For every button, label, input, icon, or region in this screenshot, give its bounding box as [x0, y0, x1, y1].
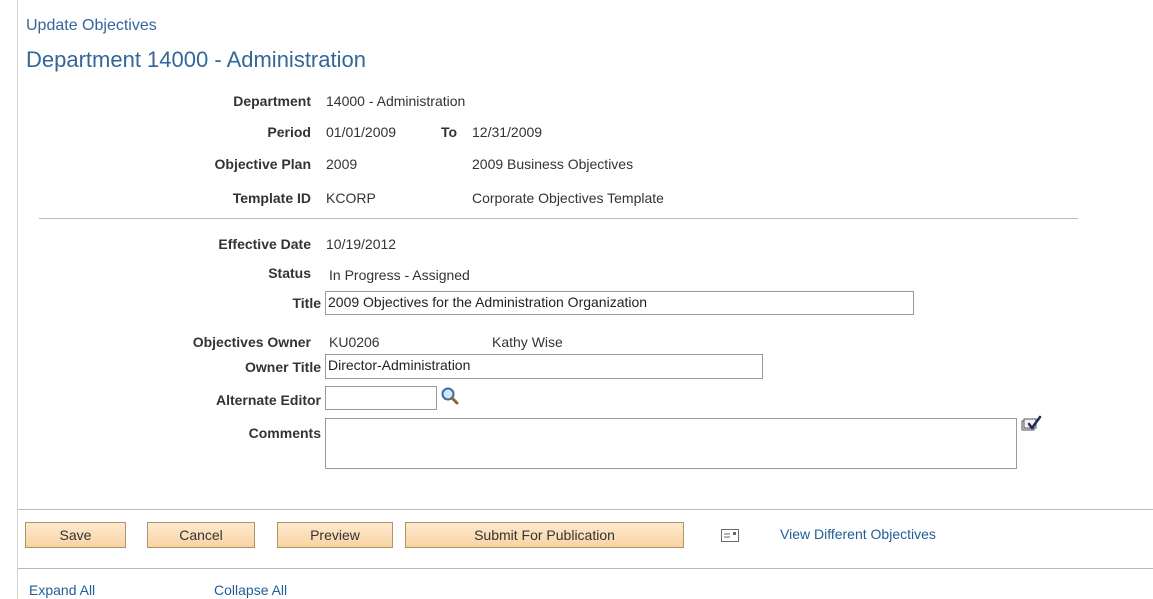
magnifier-icon[interactable]	[440, 386, 460, 406]
period-to-value: 12/31/2009	[472, 124, 543, 140]
alternate-editor-input[interactable]	[325, 386, 437, 410]
owner-title-label: Owner Title	[245, 359, 321, 375]
owner-title-input[interactable]: Director-Administration	[325, 354, 763, 379]
notify-icon[interactable]	[721, 529, 739, 542]
owner-id-value: KU0206	[329, 334, 380, 350]
status-label: Status	[268, 265, 311, 281]
comments-label: Comments	[248, 425, 321, 441]
template-id-description: Corporate Objectives Template	[472, 190, 664, 206]
period-to-label: To	[441, 124, 458, 140]
objective-plan-value: 2009	[326, 156, 358, 172]
expand-all-link[interactable]: Expand All	[29, 582, 95, 598]
status-value: In Progress - Assigned	[329, 267, 470, 283]
title-input[interactable]: 2009 Objectives for the Administration O…	[325, 291, 914, 315]
preview-button[interactable]: Preview	[277, 522, 393, 548]
page-title: Department 14000 - Administration	[26, 47, 366, 72]
breadcrumb-title: Update Objectives	[26, 17, 157, 34]
template-id-value: KCORP	[326, 190, 376, 206]
objective-plan-description: 2009 Business Objectives	[472, 156, 634, 172]
actions-divider-bottom	[18, 568, 1153, 569]
comments-textarea[interactable]	[325, 418, 1017, 469]
title-label: Title	[292, 295, 321, 311]
objective-plan-label: Objective Plan	[214, 156, 311, 172]
department-value: 14000 - Administration	[326, 93, 466, 109]
period-from-value: 01/01/2009	[326, 124, 397, 140]
submit-for-publication-button[interactable]: Submit For Publication	[405, 522, 684, 548]
section-divider	[39, 218, 1078, 219]
collapse-all-link[interactable]: Collapse All	[214, 582, 287, 598]
actions-divider-top	[18, 509, 1153, 510]
effective-date-value: 10/19/2012	[326, 236, 397, 252]
alternate-editor-label: Alternate Editor	[215, 392, 321, 408]
period-label: Period	[267, 124, 311, 140]
effective-date-label: Effective Date	[218, 236, 311, 252]
template-id-label: Template ID	[232, 190, 311, 206]
owner-name-value: Kathy Wise	[492, 334, 563, 350]
department-label: Department	[233, 93, 311, 109]
view-different-objectives-link[interactable]: View Different Objectives	[780, 526, 936, 542]
cancel-button[interactable]: Cancel	[147, 522, 255, 548]
save-button[interactable]: Save	[25, 522, 126, 548]
objectives-owner-label: Objectives Owner	[192, 334, 311, 350]
spell-check-icon[interactable]	[1020, 415, 1042, 433]
